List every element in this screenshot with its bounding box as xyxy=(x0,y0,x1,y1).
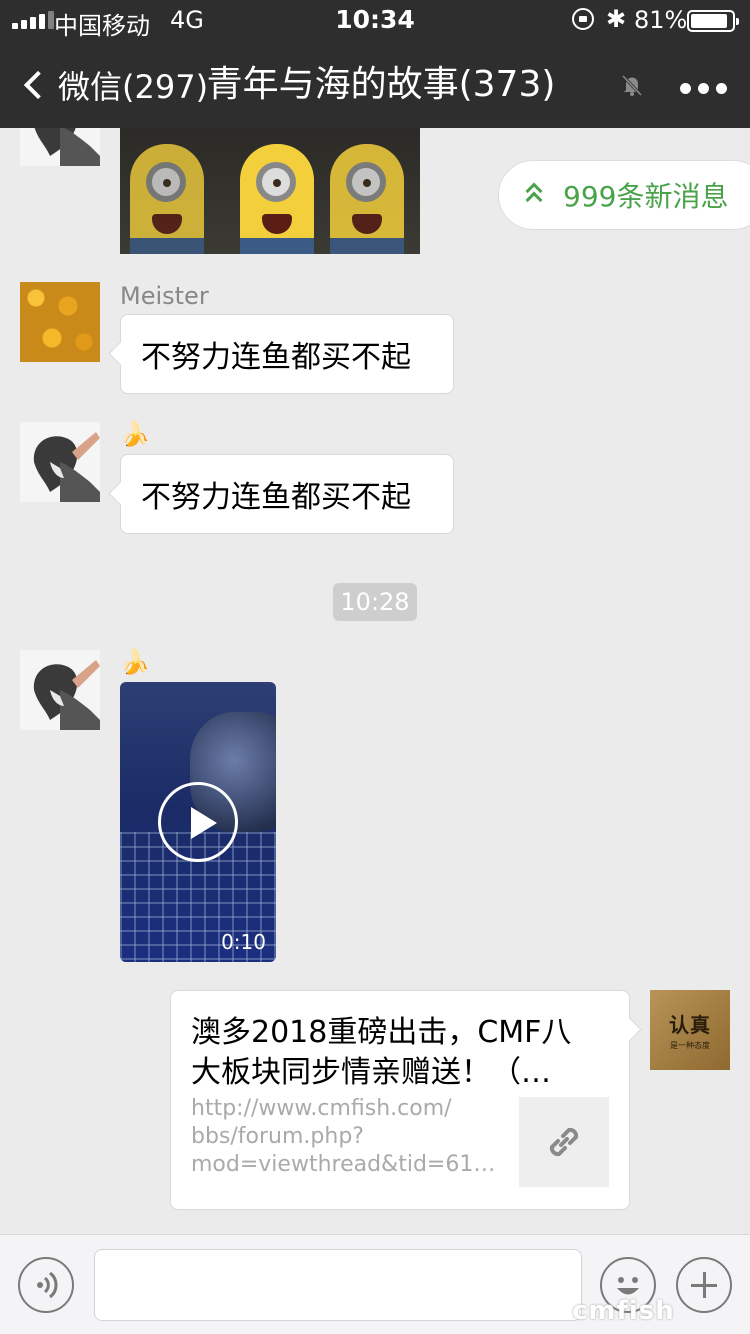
minion-figure xyxy=(130,144,204,254)
avatar[interactable]: 认真 是一种态度 xyxy=(650,990,730,1070)
message-bubble[interactable]: 不努力连鱼都买不起 xyxy=(120,314,454,394)
more-dot xyxy=(716,83,727,94)
sender-name: Meister xyxy=(120,282,209,310)
avatar[interactable] xyxy=(20,282,100,362)
link-icon xyxy=(549,1127,579,1157)
link-title: 澳多2018重磅出击，CMF八 大板块同步情亲赠送！（… xyxy=(191,1015,572,1090)
avatar-subtext: 是一种态度 xyxy=(670,1041,710,1050)
more-dot xyxy=(698,83,709,94)
avatar[interactable] xyxy=(20,128,100,166)
avatar[interactable] xyxy=(20,422,100,502)
message-bubble[interactable]: 不努力连鱼都买不起 xyxy=(120,454,454,534)
voice-button[interactable] xyxy=(18,1257,74,1313)
link-thumbnail xyxy=(519,1097,609,1187)
message-input[interactable] xyxy=(94,1249,582,1321)
video-message[interactable]: 0:10 xyxy=(120,682,276,962)
minion-figure xyxy=(240,144,314,254)
bluetooth-icon: ✱ xyxy=(606,5,627,33)
play-icon[interactable] xyxy=(158,782,238,862)
watermark: cmfish xyxy=(572,1296,675,1326)
message-text: 不努力连鱼都买不起 xyxy=(141,480,411,515)
double-chevron-up-icon xyxy=(525,182,545,209)
link-card[interactable]: 澳多2018重磅出击，CMF八 大板块同步情亲赠送！（… http://www.… xyxy=(170,990,630,1210)
top-bar: 中国移动 4G 10:34 ✱ 81% 微信(297) 青年与海的故事(373) xyxy=(0,0,750,128)
minions-gif-image[interactable] xyxy=(120,128,420,254)
new-messages-button[interactable]: 999条新消息 xyxy=(498,160,750,230)
person-avatar-icon xyxy=(33,660,100,730)
more-dot xyxy=(680,83,691,94)
voice-icon xyxy=(37,1271,58,1299)
minion-figure xyxy=(330,144,404,254)
more-button[interactable] xyxy=(676,70,731,98)
avatar[interactable] xyxy=(20,650,100,730)
avatar-text: 认真 xyxy=(669,1013,711,1037)
link-url: http://www.cmfish.com/ bbs/forum.php? mo… xyxy=(191,1096,496,1177)
rotation-lock-icon xyxy=(572,8,594,30)
message-text: 不努力连鱼都买不起 xyxy=(141,340,411,375)
timestamp: 10:28 xyxy=(333,583,417,621)
status-bar: 中国移动 4G 10:34 ✱ 81% xyxy=(0,0,750,40)
mute-bell-icon xyxy=(621,74,643,97)
person-avatar-icon xyxy=(33,432,100,502)
sender-name: 🍌 xyxy=(120,420,150,448)
video-duration: 0:10 xyxy=(221,930,266,954)
sender-name: 🍌 xyxy=(120,648,150,676)
plus-icon[interactable] xyxy=(676,1257,732,1313)
chat-title-text: 青年与海的故事(373) xyxy=(206,64,556,105)
battery-icon xyxy=(687,10,739,32)
battery-percent: 81% xyxy=(634,6,688,34)
new-messages-label: 999条新消息 xyxy=(563,180,729,213)
person-avatar-icon xyxy=(34,128,100,166)
